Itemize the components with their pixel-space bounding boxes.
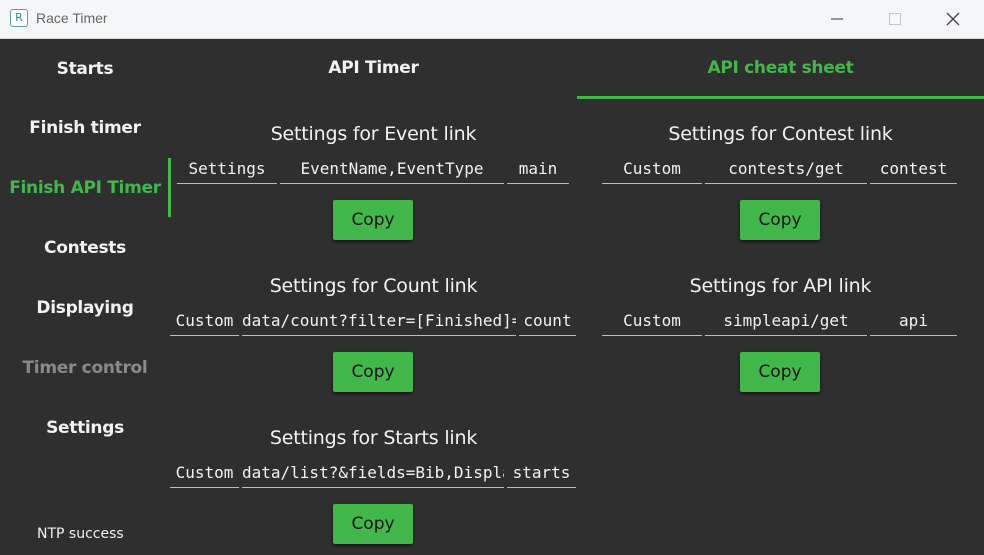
sidebar-item-contests[interactable]: Contests [0, 218, 170, 278]
count-link-title: Settings for Count link [269, 275, 478, 297]
starts-link-title: Settings for Starts link [269, 427, 478, 449]
api-name-field[interactable]: api [870, 307, 957, 336]
copy-event-button[interactable]: Copy [333, 200, 413, 240]
maximize-icon [889, 13, 901, 25]
copy-count-button[interactable]: Copy [333, 352, 413, 392]
copy-api-button[interactable]: Copy [740, 352, 820, 392]
sidebar-item-settings[interactable]: Settings [0, 398, 170, 458]
starts-path-field[interactable]: data/list?&fields=Bib,DisplayName [242, 459, 504, 488]
event-type-field[interactable]: Settings [177, 155, 277, 184]
sidebar-item-starts[interactable]: Starts [0, 39, 170, 99]
sidebar-item-displaying[interactable]: Displaying [0, 278, 170, 338]
close-button[interactable] [924, 0, 982, 38]
api-type-field[interactable]: Custom [602, 307, 702, 336]
tab-api-cheat-sheet[interactable]: API cheat sheet [577, 39, 984, 97]
minimize-button[interactable] [808, 0, 866, 38]
count-type-field[interactable]: Custom [170, 307, 239, 336]
title-bar: R Race Timer [0, 0, 984, 39]
event-fields-field[interactable]: EventName,EventType [280, 155, 504, 184]
starts-type-field[interactable]: Custom [170, 459, 239, 488]
sidebar-item-timer-control: Timer control [22, 358, 148, 378]
tab-api-timer[interactable]: API Timer [170, 39, 577, 97]
sidebar: Starts Finish timer Finish API Timer Con… [0, 39, 171, 555]
contest-type-field[interactable]: Custom [602, 155, 702, 184]
sidebar-item-finish-timer[interactable]: Finish timer [0, 98, 170, 158]
api-link-title: Settings for API link [689, 275, 872, 297]
event-name-field[interactable]: main [507, 155, 569, 184]
minimize-icon [831, 18, 843, 20]
api-path-field[interactable]: simpleapi/get [705, 307, 867, 336]
sidebar-active-indicator [168, 158, 171, 217]
maximize-button[interactable] [866, 0, 924, 38]
contest-link-title: Settings for Contest link [668, 123, 893, 145]
main-content: Starts Finish timer Finish API Timer Con… [0, 39, 984, 555]
close-icon [946, 12, 960, 26]
event-link-title: Settings for Event link [270, 123, 477, 145]
count-name-field[interactable]: count [519, 307, 576, 336]
contest-name-field[interactable]: contest [870, 155, 957, 184]
count-path-field[interactable]: data/count?filter=[Finished]=1 [242, 307, 516, 336]
copy-starts-button[interactable]: Copy [333, 504, 413, 544]
app-icon: R [10, 9, 28, 27]
window-title: Race Timer [36, 10, 108, 26]
starts-name-field[interactable]: starts [507, 459, 576, 488]
copy-contest-button[interactable]: Copy [740, 200, 820, 240]
ntp-status: NTP success [37, 526, 124, 542]
tab-active-indicator [577, 96, 984, 99]
contest-path-field[interactable]: contests/get [705, 155, 867, 184]
sidebar-item-finish-api-timer[interactable]: Finish API Timer [0, 158, 170, 218]
